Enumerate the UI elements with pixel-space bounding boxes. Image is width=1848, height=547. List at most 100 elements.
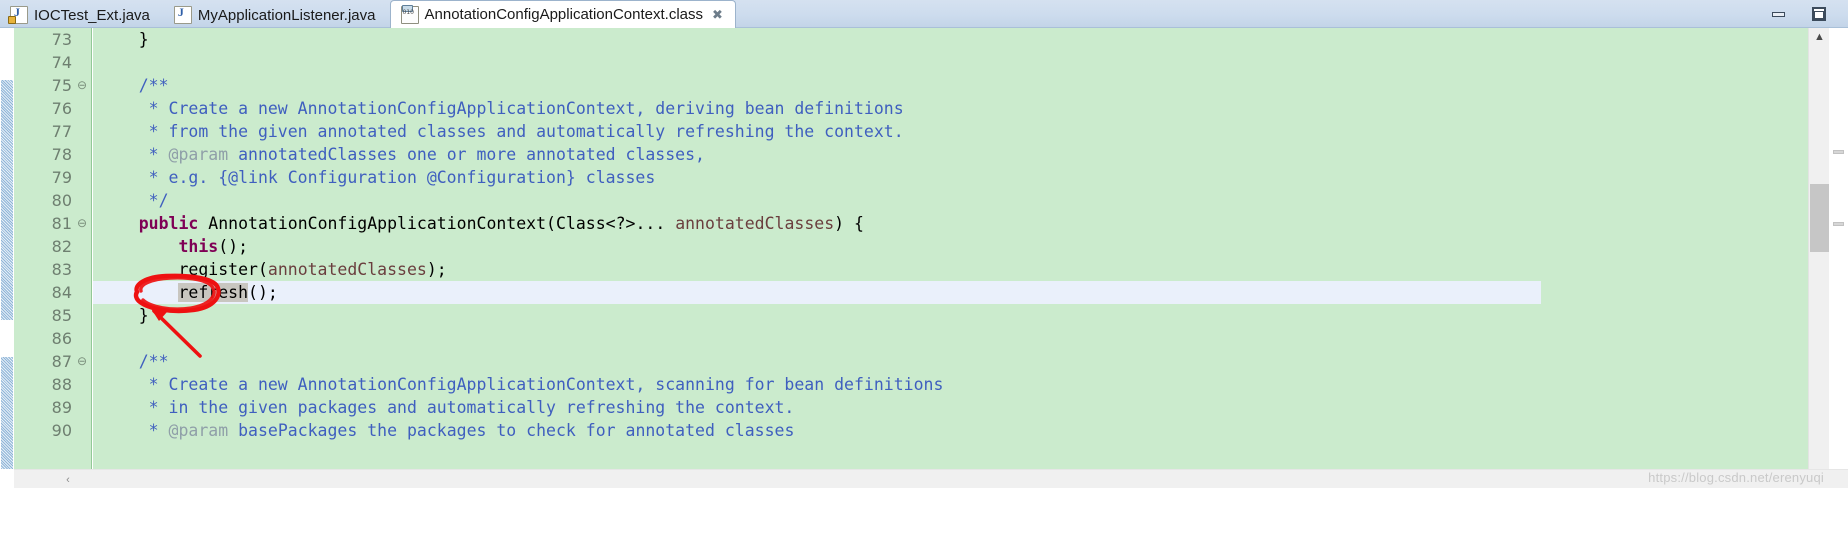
maximize-icon[interactable] [1810,5,1828,23]
code-token: * Create a new AnnotationConfigApplicati… [99,99,904,118]
code-token: annotatedClasses [267,260,427,279]
editor-tab-label: AnnotationConfigApplicationContext.class [424,6,704,23]
line-number: 89 [51,398,72,417]
code-token: (); [218,237,249,256]
line-number: 79 [51,168,72,187]
code-token: basePackages the packages to check for a… [228,421,795,440]
overview-ruler[interactable] [1829,28,1848,469]
code-line[interactable]: this(); [99,235,248,258]
line-number: 88 [51,375,72,394]
window-controls [1770,0,1842,28]
code-token: * [99,421,169,440]
code-token: (); [248,283,278,302]
line-number: 75 [51,76,72,95]
line-number: 80 [51,191,72,210]
vertical-scroll-thumb[interactable] [1810,184,1829,252]
editor-tab-2[interactable]: AnnotationConfigApplicationContext.class… [389,0,736,28]
tab-strip: IOCTest_Ext.java MyApplicationListener.ja… [0,0,736,28]
code-token: annotatedClasses [675,214,835,233]
line-number: 74 [51,53,72,72]
code-token: * in the given packages and automaticall… [99,398,795,417]
fold-toggle-icon[interactable]: ⊖ [76,212,88,235]
code-token: * Create a new AnnotationConfigApplicati… [99,375,944,394]
code-token: } [99,306,149,325]
change-ruler [0,28,14,469]
overview-marker [1833,222,1844,226]
line-number: 85 [51,306,72,325]
code-token: * [99,145,169,164]
current-line-highlight [93,281,1541,304]
editor-tab-1[interactable]: MyApplicationListener.java [164,2,388,28]
code-line[interactable]: public AnnotationConfigApplicationContex… [99,212,864,235]
code-content-area[interactable]: } /** * Create a new AnnotationConfigApp… [93,28,1848,469]
line-number: 81 [51,214,72,233]
code-token: * e.g. {@link Configuration @Configurati… [99,168,656,187]
change-bar-marker [1,80,13,320]
editor-tab-0[interactable]: IOCTest_Ext.java [0,2,162,28]
java-file-icon [8,5,28,24]
line-number: 76 [51,99,72,118]
code-token: /** [99,76,169,95]
class-file-icon [400,4,419,24]
code-token: @param [168,145,229,164]
scroll-left-arrow-icon[interactable]: ‹ [59,470,77,489]
horizontal-scrollbar[interactable]: ‹ [14,469,1848,488]
code-line[interactable]: * Create a new AnnotationConfigApplicati… [99,97,904,120]
editor-tab-label: MyApplicationListener.java [197,6,376,24]
code-token: this [178,237,219,256]
code-token: public [138,214,199,233]
code-line[interactable]: * @param basePackages the packages to ch… [99,419,795,442]
code-token: register( [99,260,268,279]
line-number: 78 [51,145,72,164]
code-token: @param [168,421,229,440]
line-number: 77 [51,122,72,141]
code-line[interactable]: } [99,304,149,327]
code-token: * from the given annotated classes and a… [99,122,904,141]
editor-bottom-filler [0,488,1848,547]
line-number-gutter: 73 74 75 ⊖ 76 77 78 79 80 81 ⊖ 82 83 84 85 86 87 ⊖ 88 89 90 [14,28,92,469]
line-number: 82 [51,237,72,256]
eclipse-editor-window: IOCTest_Ext.java MyApplicationListener.ja… [0,0,1848,547]
code-line[interactable]: register(annotatedClasses); [99,258,447,281]
code-token: AnnotationConfigApplicationContext(Class… [198,214,676,233]
java-file-icon [173,5,192,24]
line-number: 86 [51,329,72,348]
code-token: } [99,30,149,49]
code-line[interactable]: * e.g. {@link Configuration @Configurati… [99,166,656,189]
code-token: ) { [834,214,864,233]
fold-toggle-icon[interactable]: ⊖ [76,74,88,97]
code-token: */ [99,191,169,210]
line-number: 87 [51,352,72,371]
code-token: refresh [178,283,249,302]
overview-marker [1833,150,1844,154]
editor-tab-bar: IOCTest_Ext.java MyApplicationListener.ja… [0,0,1848,28]
line-number: 84 [51,283,72,302]
code-token: /** [99,352,169,371]
code-line[interactable]: */ [99,189,169,212]
minimize-icon[interactable] [1770,5,1788,23]
scroll-up-arrow-icon[interactable]: ▲ [1809,28,1830,46]
code-line[interactable]: } [99,28,149,51]
code-line[interactable]: * Create a new AnnotationConfigApplicati… [99,373,944,396]
code-token: annotatedClasses one or more annotated c… [228,145,705,164]
line-number: 73 [51,30,72,49]
vertical-scrollbar[interactable]: ▲ [1808,28,1829,469]
watermark-text: https://blog.csdn.net/erenyuqi [1648,470,1824,485]
tab-close-icon[interactable]: ✖ [712,8,723,21]
code-line[interactable]: /** [99,74,169,97]
code-editor: 73 74 75 ⊖ 76 77 78 79 80 81 ⊖ 82 83 84 85 86 87 ⊖ 88 89 90 … [0,28,1848,547]
code-line[interactable]: refresh(); [99,281,278,304]
fold-toggle-icon[interactable]: ⊖ [76,350,88,373]
code-line[interactable]: * from the given annotated classes and a… [99,120,904,143]
editor-tab-label: IOCTest_Ext.java [34,6,150,24]
change-bar-marker [1,357,13,469]
code-line[interactable]: * in the given packages and automaticall… [99,396,795,419]
code-line[interactable]: * @param annotatedClasses one or more an… [99,143,705,166]
code-token: ); [426,260,447,279]
code-line[interactable]: /** [99,350,169,373]
line-number: 90 [51,421,72,440]
line-number: 83 [51,260,72,279]
